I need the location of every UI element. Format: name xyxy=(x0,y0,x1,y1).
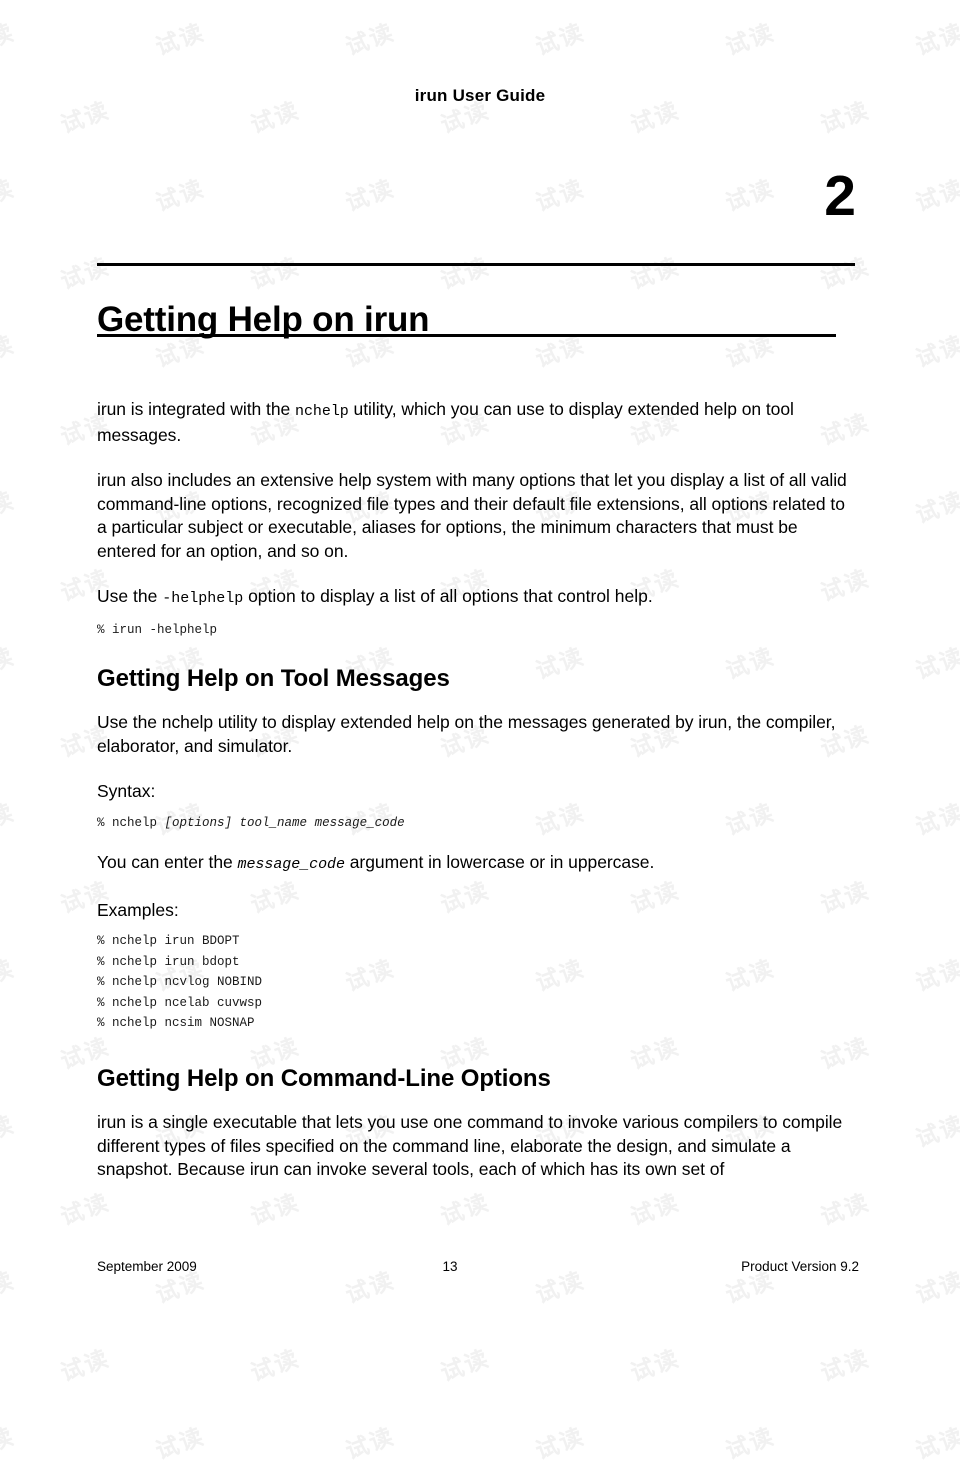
example-line: % nchelp ncelab cuvwsp xyxy=(97,995,263,1010)
watermark-text: 试读 xyxy=(722,1423,779,1466)
tool-messages-paragraph: Use the nchelp utility to display extend… xyxy=(97,712,836,756)
chapter-rule-bottom xyxy=(97,334,836,337)
code-block-nchelp-syntax: % nchelp [options] tool_name message_cod… xyxy=(97,813,859,834)
example-line: % nchelp ncvlog NOBIND xyxy=(97,975,263,990)
syntax-gap-2 xyxy=(307,816,315,830)
helphelp-paragraph: Use the -helphelp option to display a li… xyxy=(97,585,859,611)
code-block-irun-helphelp: % irun -helphelp xyxy=(97,622,218,637)
helphelp-option-inline: -helphelp xyxy=(162,590,244,607)
page-footer: September 2009 13 Product Version 9.2 xyxy=(97,1259,859,1274)
intro-p1-before: irun is integrated with the xyxy=(97,399,296,419)
section-heading-tool-messages: Getting Help on Tool Messages xyxy=(97,665,450,692)
syntax-options-placeholder: [options] xyxy=(164,815,233,830)
example-line: % nchelp irun BDOPT xyxy=(97,934,240,949)
chapter-rule-top xyxy=(97,263,855,266)
intro-paragraph-1: irun is integrated with the nchelp utili… xyxy=(97,398,859,447)
message-code-after: argument in lowercase or in uppercase. xyxy=(344,852,655,873)
command-line-options-paragraph: irun is a single executable that lets yo… xyxy=(97,1112,843,1180)
helphelp-after: option to display a list of all options … xyxy=(243,586,653,606)
page-content: irun is integrated with the nchelp utili… xyxy=(97,398,859,1204)
watermark-text: 试读 xyxy=(152,1423,209,1466)
watermark-text: 试读 xyxy=(532,1423,589,1466)
section-heading-command-line-options: Getting Help on Command-Line Options xyxy=(97,1064,551,1092)
syntax-tool-name-placeholder: tool_name xyxy=(239,815,308,830)
message-code-inline: message_code xyxy=(237,856,345,874)
example-line: % nchelp ncsim NOSNAP xyxy=(97,1016,255,1031)
code-block-nchelp-examples: % nchelp irun BDOPT % nchelp irun bdopt … xyxy=(97,931,859,1034)
syntax-message-code-placeholder: message_code xyxy=(314,815,405,830)
watermark-text: 试读 xyxy=(342,1423,399,1466)
nchelp-code-inline: nchelp xyxy=(295,403,349,420)
message-code-before: You can enter the xyxy=(97,852,238,873)
chapter-number: 2 xyxy=(824,164,856,228)
watermark-text: 试读 xyxy=(912,1423,960,1466)
examples-label: Examples: xyxy=(97,899,179,920)
example-line: % nchelp irun bdopt xyxy=(97,954,240,969)
helphelp-before: Use the xyxy=(97,586,163,606)
intro-paragraph-2: irun also includes an extensive help sys… xyxy=(97,470,847,561)
document-page: irun User Guide 2 Getting Help on irun i… xyxy=(0,0,960,1357)
message-code-paragraph: You can enter the message_code argument … xyxy=(97,851,859,877)
running-head: irun User Guide xyxy=(414,86,546,105)
syntax-prompt: % nchelp xyxy=(97,815,165,830)
syntax-gap-1 xyxy=(232,816,240,830)
footer-product-version: Product Version 9.2 xyxy=(741,1259,859,1274)
footer-page-number: 13 xyxy=(442,1259,458,1274)
watermark-text: 试读 xyxy=(0,1423,19,1466)
syntax-label: Syntax: xyxy=(97,781,156,802)
